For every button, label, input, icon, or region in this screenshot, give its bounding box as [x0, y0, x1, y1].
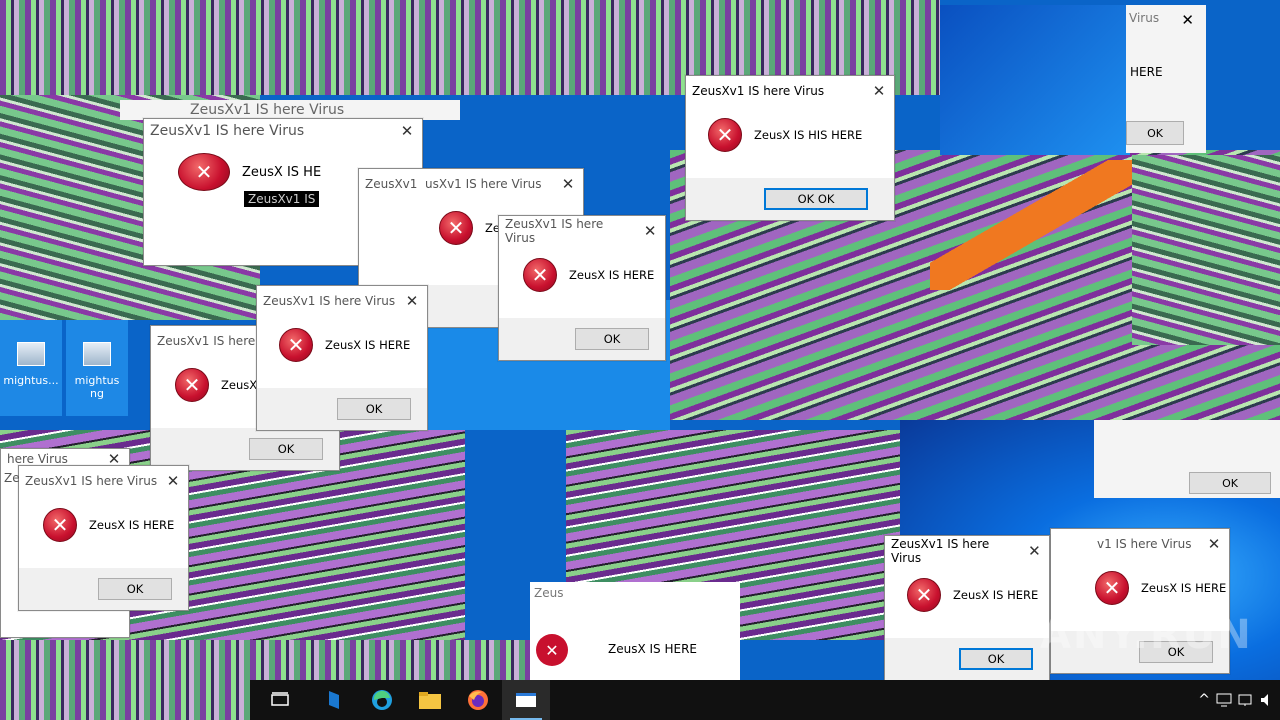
app-icon: [329, 691, 339, 709]
taskbar-edge[interactable]: [358, 680, 406, 720]
desktop-icon[interactable]: mightus ng: [66, 320, 128, 416]
dialog-message: ZeusX IS HERE: [569, 268, 655, 282]
dialog-message: ZeusX: [221, 378, 258, 392]
window-fragment: Virus HERE OK ✕: [1126, 5, 1206, 153]
virus-dialog: ZeusXv1 IS here Virus ✕ ✕ ZeusX IS HERE …: [256, 285, 428, 431]
close-icon[interactable]: ✕: [397, 292, 427, 310]
task-view-button[interactable]: [250, 680, 310, 720]
dialog-message: ZeusX IS HERE: [1141, 581, 1227, 595]
virus-dialog: ZeusXv1 IS here Virus ✕ ✕ ZeusX IS HERE …: [498, 215, 666, 361]
close-icon[interactable]: ✕: [864, 82, 894, 100]
ok-button[interactable]: OK: [98, 578, 172, 600]
dialog-message: ZeusX IS HE: [242, 164, 322, 180]
ok-button[interactable]: OK: [337, 398, 411, 420]
ok-button[interactable]: OK: [959, 648, 1033, 670]
dialog-title: ZeusXv1 IS here: [157, 334, 256, 348]
dialog-title: here Virus: [7, 452, 68, 466]
image-file-icon: [83, 342, 111, 366]
error-icon: ✕: [175, 368, 209, 402]
dialog-title: ZeusXv1: [365, 177, 418, 191]
desktop-icon-label: mightus ng: [74, 374, 120, 400]
window-fragment: Zeus ✕ ZeusX IS HERE: [530, 582, 740, 680]
desktop-icon[interactable]: mightus...: [0, 320, 62, 416]
ok-button[interactable]: OK: [575, 328, 649, 350]
dialog-title: ZeusXv1 IS here Virus: [891, 537, 990, 565]
fragment-message: HERE: [1130, 65, 1163, 79]
taskbar-file-explorer[interactable]: [406, 680, 454, 720]
ok-button[interactable]: OK OK: [764, 188, 868, 210]
taskbar: ^: [250, 680, 1280, 720]
firefox-icon: [468, 690, 488, 710]
dialog-title: ZeusXv1 IS here Virus: [25, 474, 158, 488]
ok-button[interactable]: OK: [249, 438, 323, 460]
edge-icon: [372, 690, 392, 710]
fragment-title: Ze: [4, 471, 20, 485]
dialog-title: v1 IS here Virus: [1097, 537, 1192, 551]
dialog-title-overlap: usXv1 IS here Virus: [425, 177, 542, 191]
dialog-title: ZeusXv1 IS here Virus: [150, 123, 305, 139]
fragment-message: ZeusX IS HERE: [608, 642, 697, 656]
image-file-icon: [17, 342, 45, 366]
close-icon[interactable]: ✕: [1020, 542, 1049, 560]
close-icon[interactable]: ✕: [1181, 11, 1194, 29]
dialog-message: ZeusX IS HERE: [325, 338, 411, 352]
volume-icon[interactable]: [1260, 693, 1274, 707]
error-icon: ✕: [43, 508, 77, 542]
monitor-icon[interactable]: [1216, 693, 1232, 707]
task-view-icon: [271, 692, 289, 706]
glitch-label: ZeusXv1 IS: [244, 191, 320, 207]
chevron-up-icon[interactable]: ^: [1198, 692, 1210, 708]
dialog-message: ZeusX IS HIS HERE: [754, 128, 863, 142]
dialog-title: ZeusXv1 IS here Virus: [505, 217, 604, 245]
network-icon[interactable]: [1238, 693, 1254, 707]
glitch-band-right-mid: [1132, 155, 1280, 345]
dialog-message: ZeusX IS HERE: [89, 518, 175, 532]
close-icon[interactable]: ✕: [158, 472, 188, 490]
fragment-ok-button[interactable]: OK: [1126, 121, 1184, 145]
error-icon: ✕: [523, 258, 557, 292]
fragment-title: ZeusXv1 IS here Virus: [190, 102, 345, 118]
dialog-message: ZeusX IS HERE: [953, 588, 1039, 602]
glitch-taskbar-left: [0, 680, 250, 720]
close-icon[interactable]: ✕: [1199, 535, 1229, 553]
fragment-ok-button[interactable]: OK: [1189, 472, 1271, 494]
error-icon: ✕: [279, 328, 313, 362]
virus-dialog: ZeusXv1 IS here Virus ✕ ✕ ZeusX IS HERE …: [18, 465, 189, 611]
window-fragment: ZeusXv1 IS here Virus: [120, 100, 460, 120]
taskbar-zeus-dialog[interactable]: [502, 680, 550, 720]
error-icon: ✕: [178, 153, 230, 191]
error-icon: ✕: [1095, 571, 1129, 605]
folder-icon: [419, 692, 441, 709]
fragment-title: Virus: [1129, 11, 1160, 25]
error-icon: ✕: [439, 211, 473, 245]
dialog-title: ZeusXv1 IS here Virus: [263, 294, 396, 308]
window-fragment: OK: [1094, 420, 1280, 498]
desktop-icon-label: mightus...: [3, 374, 59, 387]
error-icon: ✕: [708, 118, 742, 152]
virus-dialog: ZeusXv1 IS here Virus ✕ ✕ ZeusX IS HERE …: [884, 535, 1050, 681]
error-icon: ✕: [536, 634, 568, 666]
virus-dialog: ZeusXv1 IS here Virus ✕ ✕ ZeusX IS HIS H…: [685, 75, 895, 221]
close-icon[interactable]: ✕: [392, 122, 422, 140]
taskbar-blue-app[interactable]: [310, 680, 358, 720]
glitch-orange-streak: [930, 160, 1150, 290]
glitch-blue-block: [940, 5, 1130, 155]
dialog-title: ZeusXv1 IS here Virus: [692, 84, 825, 98]
error-icon: ✕: [907, 578, 941, 612]
taskbar-firefox[interactable]: [454, 680, 502, 720]
window-icon: [516, 693, 536, 707]
fragment-title: Zeus: [534, 586, 564, 600]
system-tray: ^: [1198, 680, 1280, 720]
watermark: ANY.RUN: [1040, 612, 1253, 658]
close-icon[interactable]: ✕: [635, 222, 665, 240]
close-icon[interactable]: ✕: [553, 175, 583, 193]
